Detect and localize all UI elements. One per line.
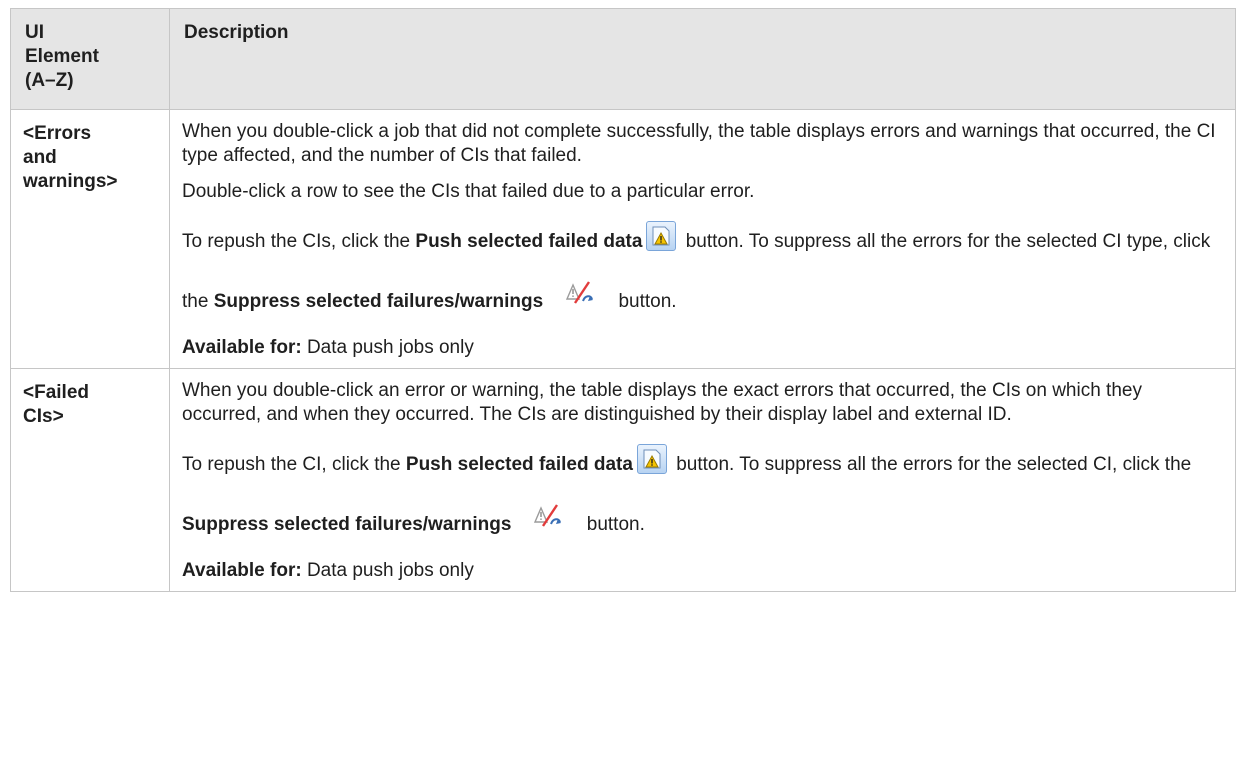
- ui-elements-table: UI Element (A–Z) Description <Errors and…: [10, 8, 1236, 592]
- suppress-selected-failures-warnings-icon[interactable]: [561, 277, 601, 309]
- header-description: Description: [169, 8, 1236, 110]
- header-ui-element-line: (A–Z): [25, 70, 74, 91]
- description-paragraph: When you double-click a job that did not…: [182, 121, 1216, 166]
- suppress-selected-failures-warnings-icon[interactable]: [529, 500, 569, 532]
- table-row: <Errors and warnings> When you double-cl…: [10, 109, 1236, 369]
- table-row: <Failed CIs> When you double-click an er…: [10, 368, 1236, 592]
- description-paragraph: To repush the CI, click the Push selecte…: [182, 435, 1223, 555]
- header-row: UI Element (A–Z) Description: [10, 8, 1236, 110]
- description-paragraph: To repush the CIs, click the Push select…: [182, 212, 1223, 332]
- description-paragraph: Double-click a row to see the CIs that f…: [182, 181, 755, 202]
- header-ui-element-line: UI: [25, 22, 44, 43]
- element-name: <Failed CIs>: [10, 368, 170, 592]
- header-ui-element: UI Element (A–Z): [10, 8, 170, 110]
- push-selected-failed-data-icon[interactable]: [636, 444, 667, 474]
- description-paragraph: When you double-click an error or warnin…: [182, 380, 1142, 425]
- push-selected-failed-data-icon[interactable]: [646, 221, 677, 251]
- element-description: When you double-click an error or warnin…: [169, 368, 1236, 592]
- element-name: <Errors and warnings>: [10, 109, 170, 369]
- availability-note: Available for: Data push jobs only: [182, 560, 474, 581]
- header-ui-element-line: Element: [25, 46, 99, 67]
- availability-note: Available for: Data push jobs only: [182, 337, 474, 358]
- element-description: When you double-click a job that did not…: [169, 109, 1236, 369]
